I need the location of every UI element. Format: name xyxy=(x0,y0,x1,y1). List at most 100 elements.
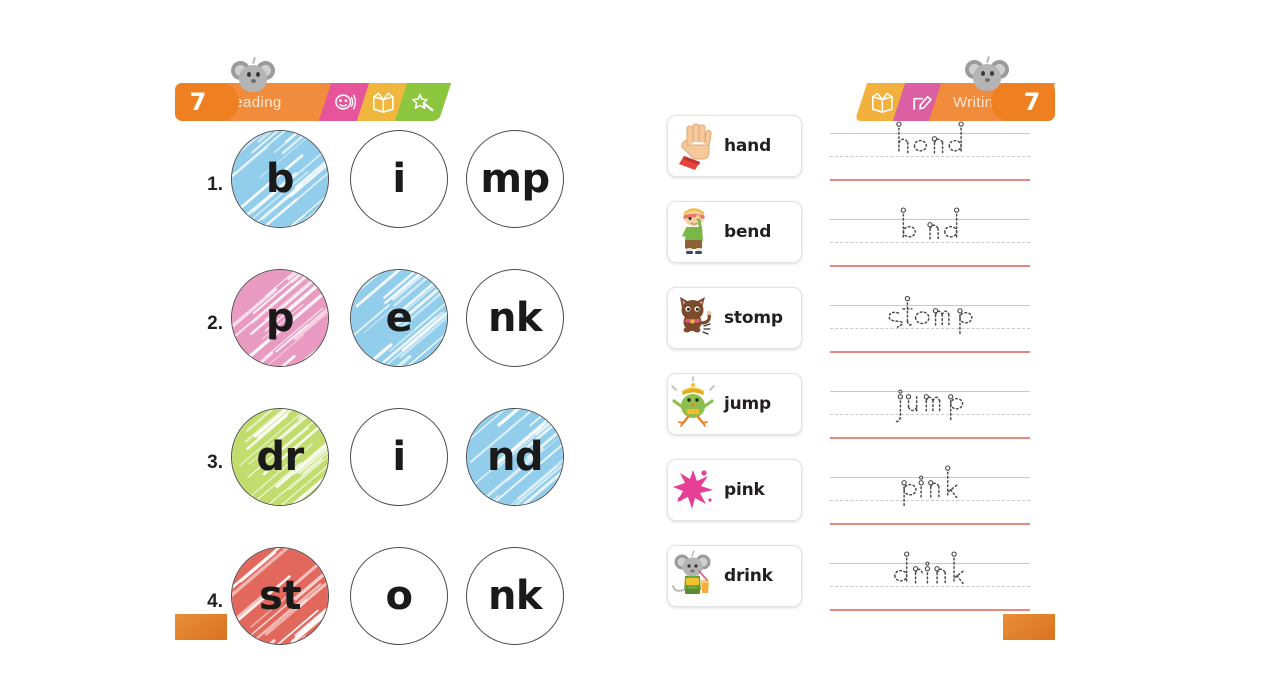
trace-start-dot xyxy=(924,395,928,399)
mouse-eye-right xyxy=(990,71,994,76)
word-card[interactable]: hand xyxy=(667,115,802,177)
trace-letter-stroke xyxy=(945,227,957,237)
trace-start-dot xyxy=(929,481,933,485)
pencil-writing-icon xyxy=(911,92,934,113)
blend-bubble-text: dr xyxy=(256,437,303,477)
handwriting-row[interactable] xyxy=(830,459,1030,545)
trace-word-drink[interactable] xyxy=(830,545,1030,631)
trace-start-dot xyxy=(901,208,905,212)
trace-start-dot xyxy=(906,395,910,399)
blend-bubble-text: b xyxy=(266,159,294,199)
bird-jumping-icon xyxy=(668,376,724,432)
blend-bubble-text: o xyxy=(386,576,413,616)
trace-letter-stroke xyxy=(914,141,926,151)
blend-bubble[interactable]: i xyxy=(350,408,448,506)
word-card[interactable]: stomp xyxy=(667,287,802,349)
handwriting-row[interactable] xyxy=(830,373,1030,459)
trace-letter-stroke xyxy=(960,313,972,323)
open-book-icon xyxy=(871,92,894,113)
worksheet-sheet: Reading 7 xyxy=(175,30,1055,640)
trace-start-dot xyxy=(932,137,936,141)
blend-bubble[interactable]: e xyxy=(350,269,448,367)
trace-word-stomp[interactable] xyxy=(830,287,1030,373)
word-card-label: hand xyxy=(724,136,771,156)
row-number: 4. xyxy=(197,591,223,613)
trace-letter-stroke xyxy=(895,571,907,581)
trace-letter-stroke xyxy=(895,418,900,422)
mouse-hair xyxy=(252,57,256,64)
word-card[interactable]: drink xyxy=(667,545,802,607)
blend-bubble[interactable]: nk xyxy=(466,547,564,645)
blend-bubble[interactable]: i xyxy=(350,130,448,228)
mouse-nose xyxy=(251,79,256,83)
handwriting-practice-list xyxy=(830,115,1030,631)
cat-stomping-icon xyxy=(668,290,724,346)
page-corner-right xyxy=(1003,614,1055,640)
trace-letter-stroke xyxy=(933,397,940,400)
word-card[interactable]: pink xyxy=(667,459,802,521)
blend-bubble[interactable]: nd xyxy=(466,408,564,506)
trace-letter-stroke xyxy=(957,576,963,584)
blend-bubble[interactable]: dr xyxy=(231,408,329,506)
blend-bubble[interactable]: st xyxy=(231,547,329,645)
boy-bending-icon xyxy=(668,204,724,260)
row-number: 2. xyxy=(197,313,223,335)
page-corner-left xyxy=(175,614,227,640)
blend-bubble-text: st xyxy=(259,576,301,616)
trace-letter-stroke xyxy=(899,139,908,142)
trace-letter-stroke xyxy=(916,312,929,323)
open-book-icon xyxy=(372,92,395,113)
trace-start-dot xyxy=(919,481,923,485)
trace-letter-stroke xyxy=(907,322,911,326)
handwriting-row[interactable] xyxy=(830,115,1030,201)
trace-word-hand[interactable] xyxy=(830,115,1030,201)
reading-banner: Reading 7 xyxy=(175,83,423,121)
reading-number: 7 xyxy=(190,90,207,114)
mouse-hair xyxy=(986,56,990,63)
star-wand-icon xyxy=(411,92,435,113)
trace-start-dot xyxy=(928,223,932,227)
blend-bubble[interactable]: mp xyxy=(466,130,564,228)
blend-bubble[interactable]: nk xyxy=(466,269,564,367)
trace-word-pink[interactable] xyxy=(830,459,1030,545)
word-card-label: bend xyxy=(724,222,771,242)
reading-number-tab: 7 xyxy=(175,83,221,121)
blend-bubble-text: i xyxy=(392,437,405,477)
row-number: 1. xyxy=(197,174,223,196)
trace-start-dot xyxy=(898,395,902,399)
trace-start-dot xyxy=(959,122,963,126)
trace-word-jump[interactable] xyxy=(830,373,1030,459)
trace-start-dot xyxy=(905,552,909,556)
trace-start-dot xyxy=(925,567,929,571)
word-card[interactable]: bend xyxy=(667,201,802,263)
trace-start-dot xyxy=(949,395,953,399)
trace-word-bend[interactable] xyxy=(830,201,1030,287)
trace-start-dot xyxy=(902,481,906,485)
blend-bubble-text: e xyxy=(386,298,413,338)
blend-bubble[interactable]: o xyxy=(350,547,448,645)
handwriting-row[interactable] xyxy=(830,201,1030,287)
blend-bubble[interactable]: p xyxy=(231,269,329,367)
trace-letter-stroke xyxy=(949,141,961,151)
trace-start-dot xyxy=(952,552,956,556)
row-number: 3. xyxy=(197,452,223,474)
handwriting-row[interactable] xyxy=(830,287,1030,373)
trace-letter-stroke xyxy=(951,399,963,409)
word-card[interactable]: jump xyxy=(667,373,802,435)
trace-start-dot xyxy=(905,297,909,301)
blend-bubble[interactable]: b xyxy=(231,130,329,228)
trace-letter-stroke xyxy=(904,485,916,495)
trace-start-dot xyxy=(955,208,959,212)
trace-letter-stroke xyxy=(889,312,902,327)
word-card-list: hand bend stomp jump pink drink xyxy=(667,115,802,631)
mouse-mascot xyxy=(231,60,275,92)
blend-bubble-text: nd xyxy=(487,437,543,477)
handwriting-row[interactable] xyxy=(830,545,1030,631)
word-card-label: pink xyxy=(724,480,765,500)
trace-start-dot xyxy=(933,309,937,313)
trace-start-dot xyxy=(913,567,917,571)
mouse-nose xyxy=(985,78,990,82)
mouse-eye-left xyxy=(981,71,985,76)
mouse-eye-left xyxy=(247,72,251,77)
trace-start-dot xyxy=(946,466,950,470)
